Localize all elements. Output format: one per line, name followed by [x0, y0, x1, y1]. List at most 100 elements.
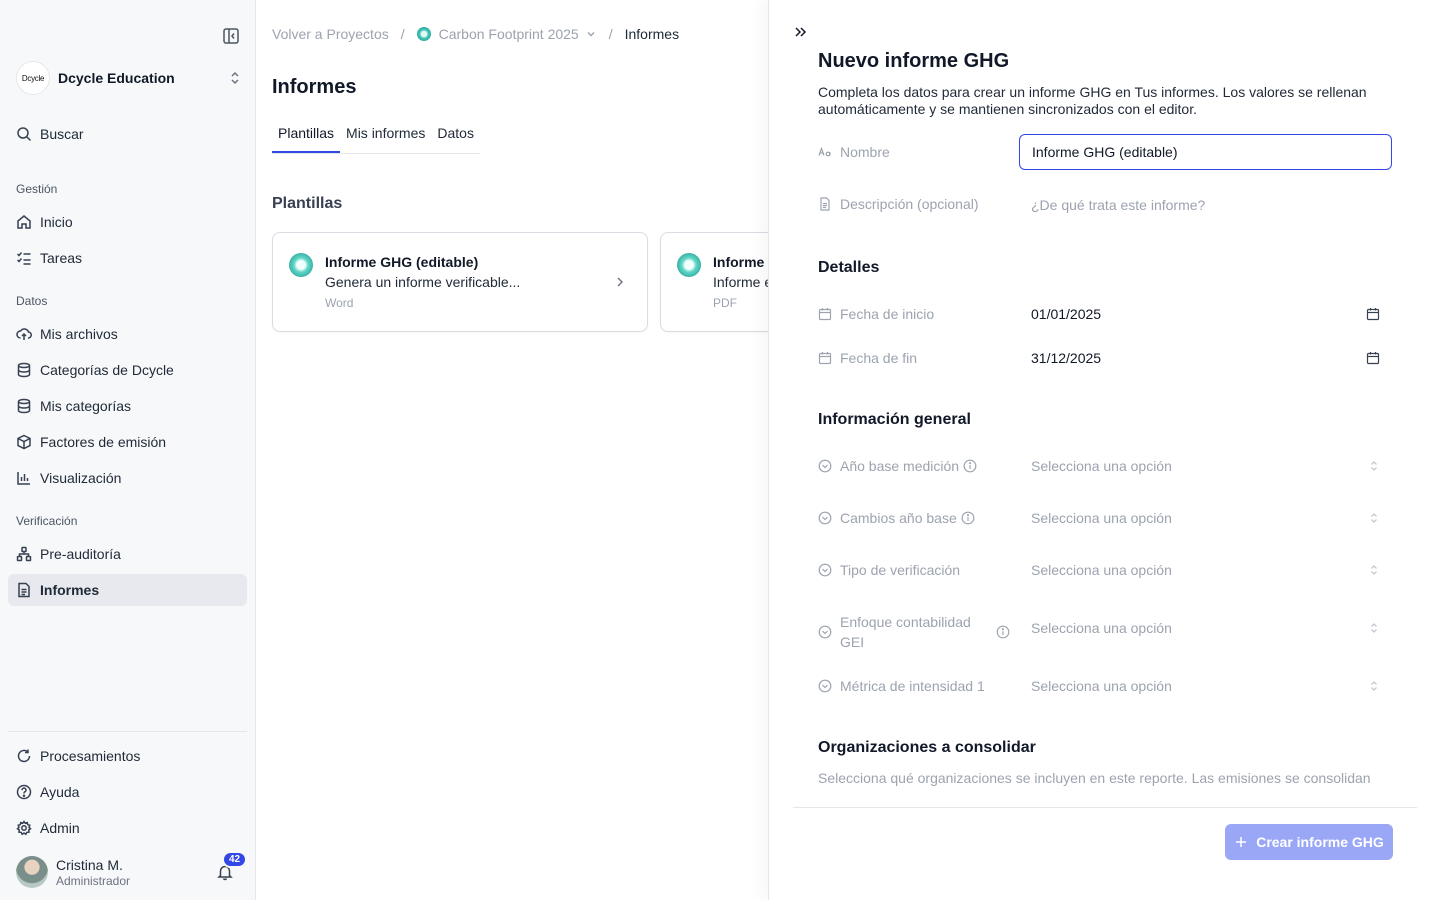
org-logo: Dcycle: [16, 61, 50, 95]
sidebar-item-label: Admin: [40, 820, 80, 836]
check-circle-icon: [818, 679, 832, 693]
report-name-input[interactable]: [1019, 134, 1392, 170]
document-icon: [18, 582, 30, 598]
tab-datos[interactable]: Datos: [431, 120, 480, 153]
report-description-input[interactable]: [1019, 190, 1392, 220]
box-icon: [17, 434, 31, 450]
section-gestion: Gestión: [16, 182, 58, 196]
user-name: Cristina M.: [56, 856, 123, 873]
help-circle-icon: [16, 784, 32, 800]
sidebar-item-label: Visualización: [40, 470, 122, 486]
sidebar-item-admin[interactable]: Admin: [8, 812, 247, 844]
sidebar-item-inicio[interactable]: Inicio: [8, 206, 247, 238]
calendar-icon: [818, 308, 832, 321]
search-label: Buscar: [40, 126, 84, 142]
template-card[interactable]: Informe GHG (editable) Genera un informe…: [272, 232, 648, 332]
info-icon[interactable]: [961, 511, 975, 525]
tab-mis-informes[interactable]: Mis informes: [340, 120, 431, 153]
accounting-approach-select[interactable]: Selecciona una opción: [1019, 613, 1392, 643]
sidebar-item-label: Informes: [40, 582, 100, 598]
template-type: PDF: [713, 296, 737, 310]
verification-type-select[interactable]: Selecciona una opción: [1019, 555, 1392, 585]
organizations-description: Selecciona qué organizaciones se incluye…: [818, 770, 1371, 786]
template-icon: [289, 253, 313, 277]
network-icon: [16, 546, 32, 562]
sidebar-item-mis-archivos[interactable]: Mis archivos: [8, 318, 247, 350]
org-name: Dcycle Education: [58, 70, 175, 86]
tab-plantillas[interactable]: Plantillas: [272, 120, 341, 153]
base-year-select[interactable]: Selecciona una opción: [1019, 451, 1392, 481]
end-date-field[interactable]: 31/12/2025: [1019, 343, 1392, 373]
info-icon[interactable]: [996, 625, 1010, 639]
page-title: Informes: [272, 76, 357, 98]
file-text-icon: [820, 197, 830, 211]
chevron-up-down-icon: [228, 71, 242, 85]
cloud-upload-icon: [16, 328, 32, 340]
tabs: Plantillas Mis informes Datos: [272, 120, 480, 154]
start-date-label: Fecha de inicio: [818, 306, 1018, 322]
user-profile[interactable]: Cristina M. Administrador 42: [16, 851, 248, 889]
info-icon[interactable]: [963, 459, 977, 473]
select-placeholder: Selecciona una opción: [1031, 510, 1172, 526]
sidebar-item-ayuda[interactable]: Ayuda: [8, 776, 247, 808]
drawer-title: Nuevo informe GHG: [818, 50, 1010, 72]
avatar: [16, 856, 48, 888]
double-chevron-right-icon[interactable]: [793, 24, 809, 40]
breadcrumb-current: Informes: [624, 26, 680, 42]
base-changes-label: Cambios año base: [818, 510, 1018, 526]
select-placeholder: Selecciona una opción: [1031, 562, 1172, 578]
end-date-label: Fecha de fin: [818, 350, 1018, 366]
check-circle-icon: [818, 511, 832, 525]
template-title: Informe GHG (editable): [325, 254, 479, 270]
breadcrumb-separator: /: [608, 26, 613, 42]
check-circle-icon: [818, 625, 832, 639]
select-placeholder: Selecciona una opción: [1031, 458, 1172, 474]
sidebar-item-label: Factores de emisión: [40, 434, 167, 450]
sidebar-item-label: Tareas: [40, 250, 83, 266]
template-icon: [677, 253, 701, 277]
calendar-icon[interactable]: [1366, 307, 1380, 321]
chevron-up-down-icon: [1371, 513, 1377, 523]
verification-type-label: Tipo de verificación: [818, 562, 1018, 578]
start-date-field[interactable]: 01/01/2025: [1019, 299, 1392, 329]
new-report-drawer: Nuevo informe GHG Completa los datos par…: [768, 0, 1440, 900]
breadcrumb-project-link[interactable]: Carbon Footprint 2025: [439, 26, 579, 42]
sidebar-item-mis-categorias[interactable]: Mis categorías: [8, 390, 247, 422]
base-changes-select[interactable]: Selecciona una opción: [1019, 503, 1392, 533]
plus-icon: [1236, 837, 1247, 847]
details-heading: Detalles: [818, 259, 880, 276]
sidebar-item-procesamientos[interactable]: Procesamientos: [8, 740, 247, 772]
select-placeholder: Selecciona una opción: [1031, 620, 1172, 636]
base-year-label: Año base medición: [818, 458, 1018, 474]
checklist-icon: [16, 252, 31, 265]
notifications-button[interactable]: 42: [216, 851, 248, 881]
intensity-metric-label: Métrica de intensidad 1: [818, 678, 1018, 694]
sidebar-item-factores-emision[interactable]: Factores de emisión: [8, 426, 247, 458]
create-report-button[interactable]: Crear informe GHG: [1225, 824, 1393, 860]
database-icon: [17, 398, 31, 414]
sidebar-item-categorias-dcycle[interactable]: Categorías de Dcycle: [8, 354, 247, 386]
gear-icon: [16, 820, 32, 836]
sidebar-item-label: Ayuda: [40, 784, 80, 800]
section-datos: Datos: [16, 294, 48, 308]
description-label: Descripción (opcional): [818, 196, 1018, 212]
bar-chart-icon: [17, 472, 30, 485]
sidebar-item-visualizacion[interactable]: Visualización: [8, 462, 247, 494]
select-placeholder: Selecciona una opción: [1031, 678, 1172, 694]
org-switcher[interactable]: Dcycle Dcycle Education: [16, 60, 242, 96]
sidebar-item-informes[interactable]: Informes: [8, 574, 247, 606]
chevron-down-icon[interactable]: [585, 28, 597, 40]
home-icon: [17, 215, 31, 229]
sidebar-item-pre-auditoria[interactable]: Pre-auditoría: [8, 538, 247, 570]
calendar-icon[interactable]: [1366, 351, 1380, 365]
intensity-metric-select[interactable]: Selecciona una opción: [1019, 671, 1392, 701]
section-title: Plantillas: [272, 195, 343, 212]
breadcrumb-back-link[interactable]: Volver a Proyectos: [272, 26, 389, 42]
search-button[interactable]: Buscar: [8, 118, 247, 150]
chevron-up-down-icon: [1371, 681, 1377, 691]
collapse-sidebar-icon[interactable]: [222, 27, 240, 45]
organizations-heading: Organizaciones a consolidar: [818, 739, 1036, 756]
sidebar-divider: [8, 731, 247, 732]
template-description: Genera un informe verificable...: [325, 274, 521, 290]
sidebar-item-tareas[interactable]: Tareas: [8, 242, 247, 274]
